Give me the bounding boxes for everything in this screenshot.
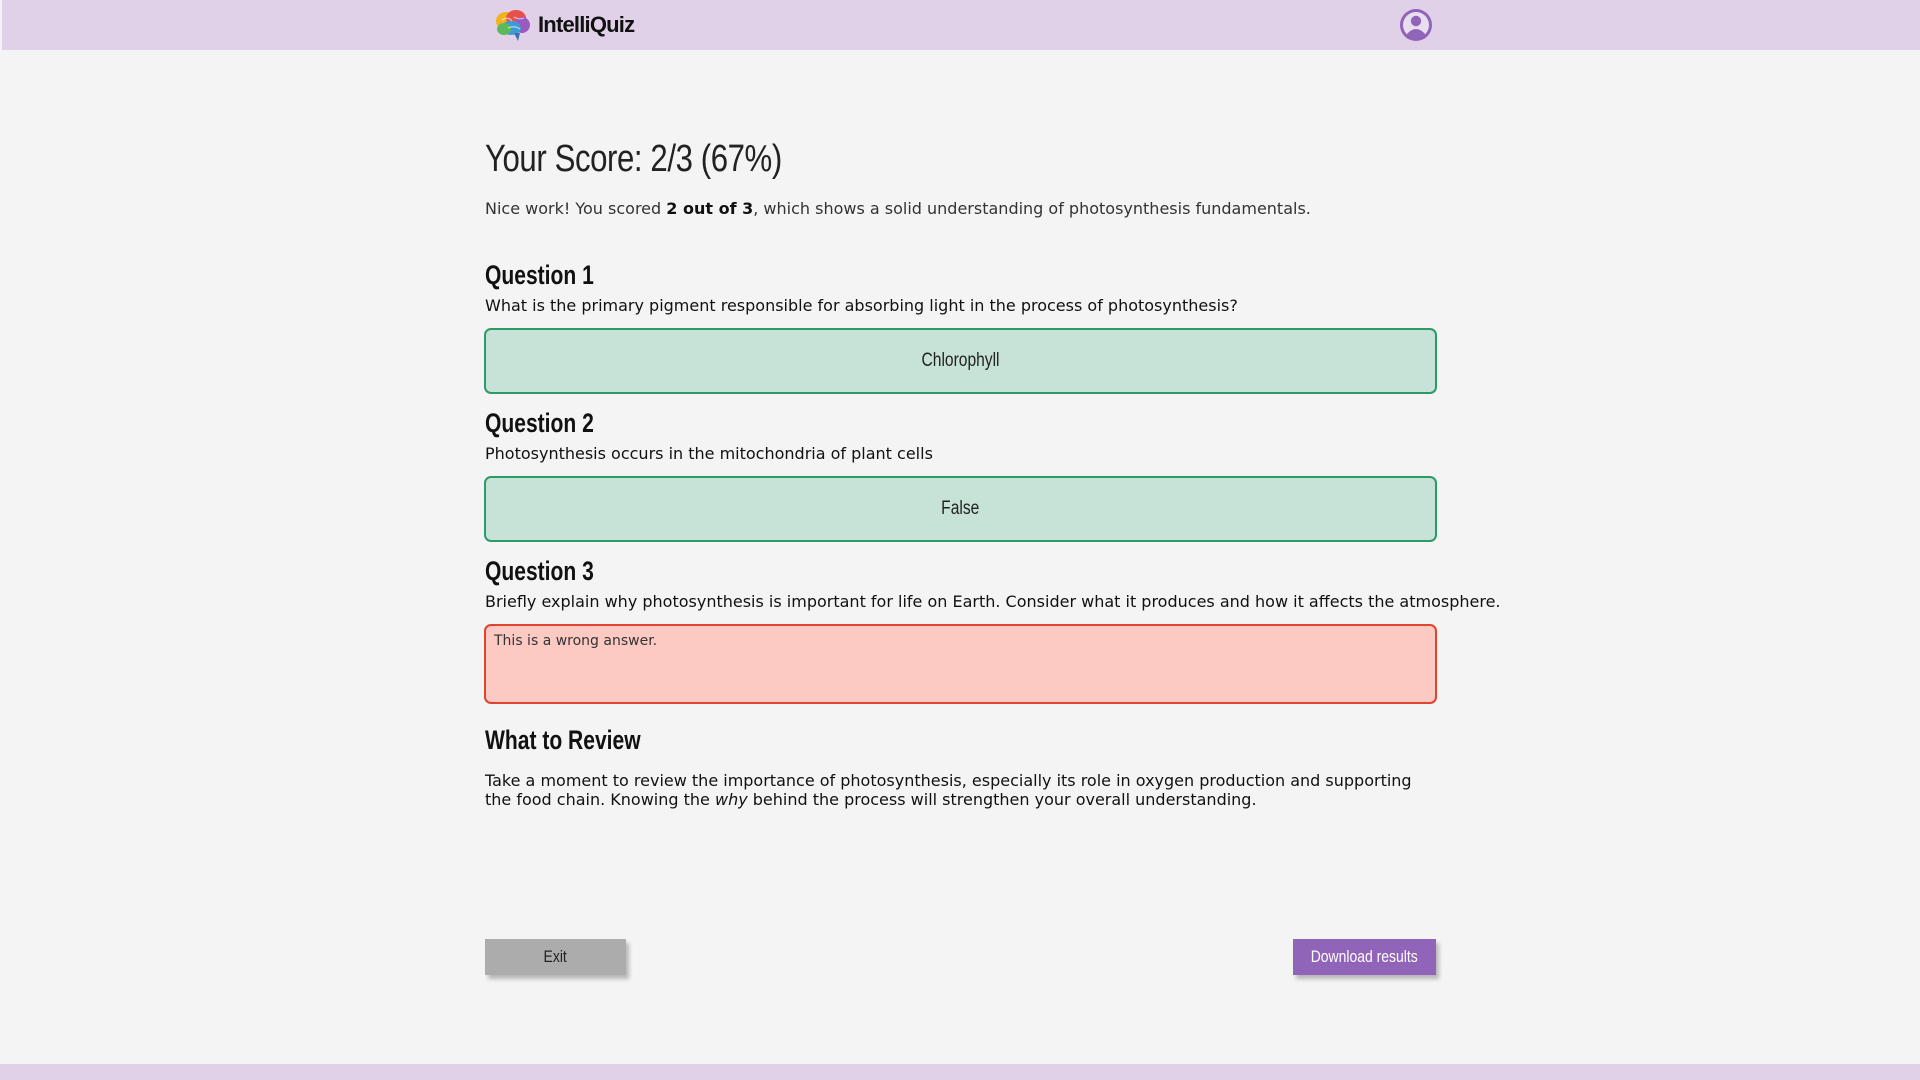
question-1-text: What is the primary pigment responsible … — [485, 296, 1238, 315]
review-heading: What to Review — [485, 725, 641, 755]
question-3-answer-wrong[interactable]: This is a wrong answer. — [484, 624, 1437, 704]
summary-score: 2 out of 3 — [666, 199, 754, 218]
question-3-heading: Question 3 — [485, 556, 594, 586]
score-title: Your Score: 2/3 (67%) — [485, 138, 782, 180]
user-avatar-icon[interactable] — [1399, 8, 1433, 42]
question-1-heading: Question 1 — [485, 260, 594, 290]
question-2-answer-label: False — [941, 498, 980, 519]
review-text: Take a moment to review the importance o… — [485, 771, 1437, 809]
question-3-text: Briefly explain why photosynthesis is im… — [485, 592, 1501, 611]
download-button-label: Download results — [1311, 947, 1418, 966]
question-1-answer-correct: Chlorophyll — [484, 328, 1437, 394]
download-results-button[interactable]: Download results — [1293, 939, 1436, 975]
brand[interactable]: IntelliQuiz — [494, 8, 635, 42]
score-summary: Nice work! You scored 2 out of 3, which … — [485, 199, 1311, 218]
question-1-answer-label: Chlorophyll — [921, 350, 1000, 371]
review-text-emphasis: why — [714, 790, 748, 809]
question-2-text: Photosynthesis occurs in the mitochondri… — [485, 444, 933, 463]
bottom-bar — [0, 1064, 1920, 1080]
brain-icon — [496, 10, 530, 41]
top-navigation-bar: IntelliQuiz — [2, 0, 1920, 50]
question-2-heading: Question 2 — [485, 408, 594, 438]
question-3-answer-text: This is a wrong answer. — [494, 633, 658, 649]
summary-prefix: Nice work! You scored — [485, 199, 667, 218]
exit-button-label: Exit — [543, 947, 568, 966]
brand-name: IntelliQuiz — [538, 12, 635, 37]
summary-suffix: , which shows a solid understanding of p… — [753, 199, 1311, 218]
exit-button[interactable]: Exit — [485, 939, 626, 975]
question-2-answer-correct: False — [484, 476, 1437, 542]
review-text-part2: behind the process will strengthen your … — [747, 790, 1257, 809]
